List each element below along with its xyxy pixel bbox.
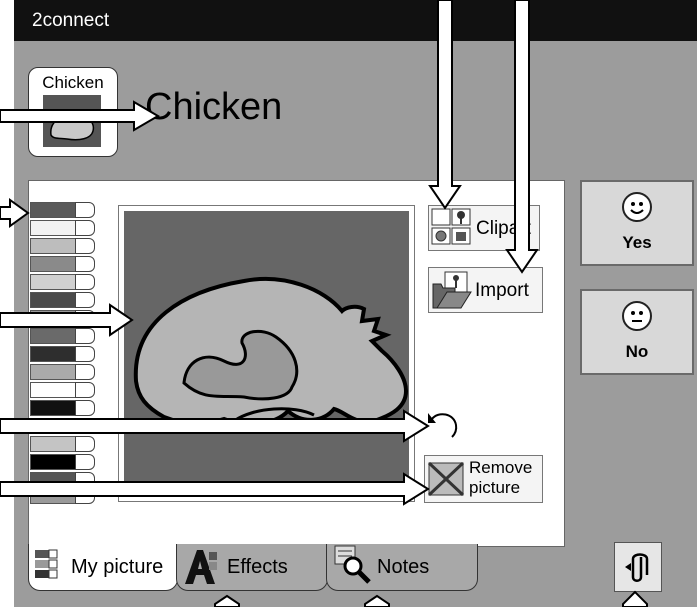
callout-arrows	[0, 0, 648, 607]
